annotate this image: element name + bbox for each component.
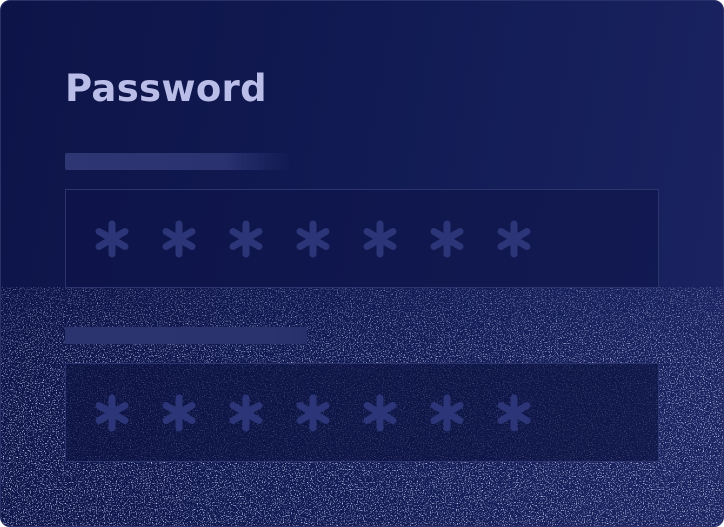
- page-title: Password: [65, 67, 267, 110]
- asterisk-icon: [162, 220, 196, 258]
- asterisk-icon: [296, 394, 330, 432]
- asterisk-icon: [430, 220, 464, 258]
- asterisk-icon: [95, 394, 129, 432]
- masked-value: [90, 391, 536, 435]
- password-field[interactable]: [65, 189, 659, 288]
- asterisk-icon: [229, 394, 263, 432]
- asterisk-icon: [296, 220, 330, 258]
- confirm-password-field[interactable]: [65, 363, 659, 462]
- password-card: Password: [0, 0, 724, 527]
- asterisk-icon: [363, 394, 397, 432]
- asterisk-icon: [363, 220, 397, 258]
- masked-value: [90, 217, 536, 261]
- asterisk-icon: [229, 220, 263, 258]
- asterisk-icon: [162, 394, 196, 432]
- asterisk-icon: [497, 394, 531, 432]
- asterisk-icon: [430, 394, 464, 432]
- asterisk-icon: [497, 220, 531, 258]
- field-label-placeholder: [65, 327, 307, 344]
- field-label-placeholder: [65, 153, 291, 170]
- asterisk-icon: [95, 220, 129, 258]
